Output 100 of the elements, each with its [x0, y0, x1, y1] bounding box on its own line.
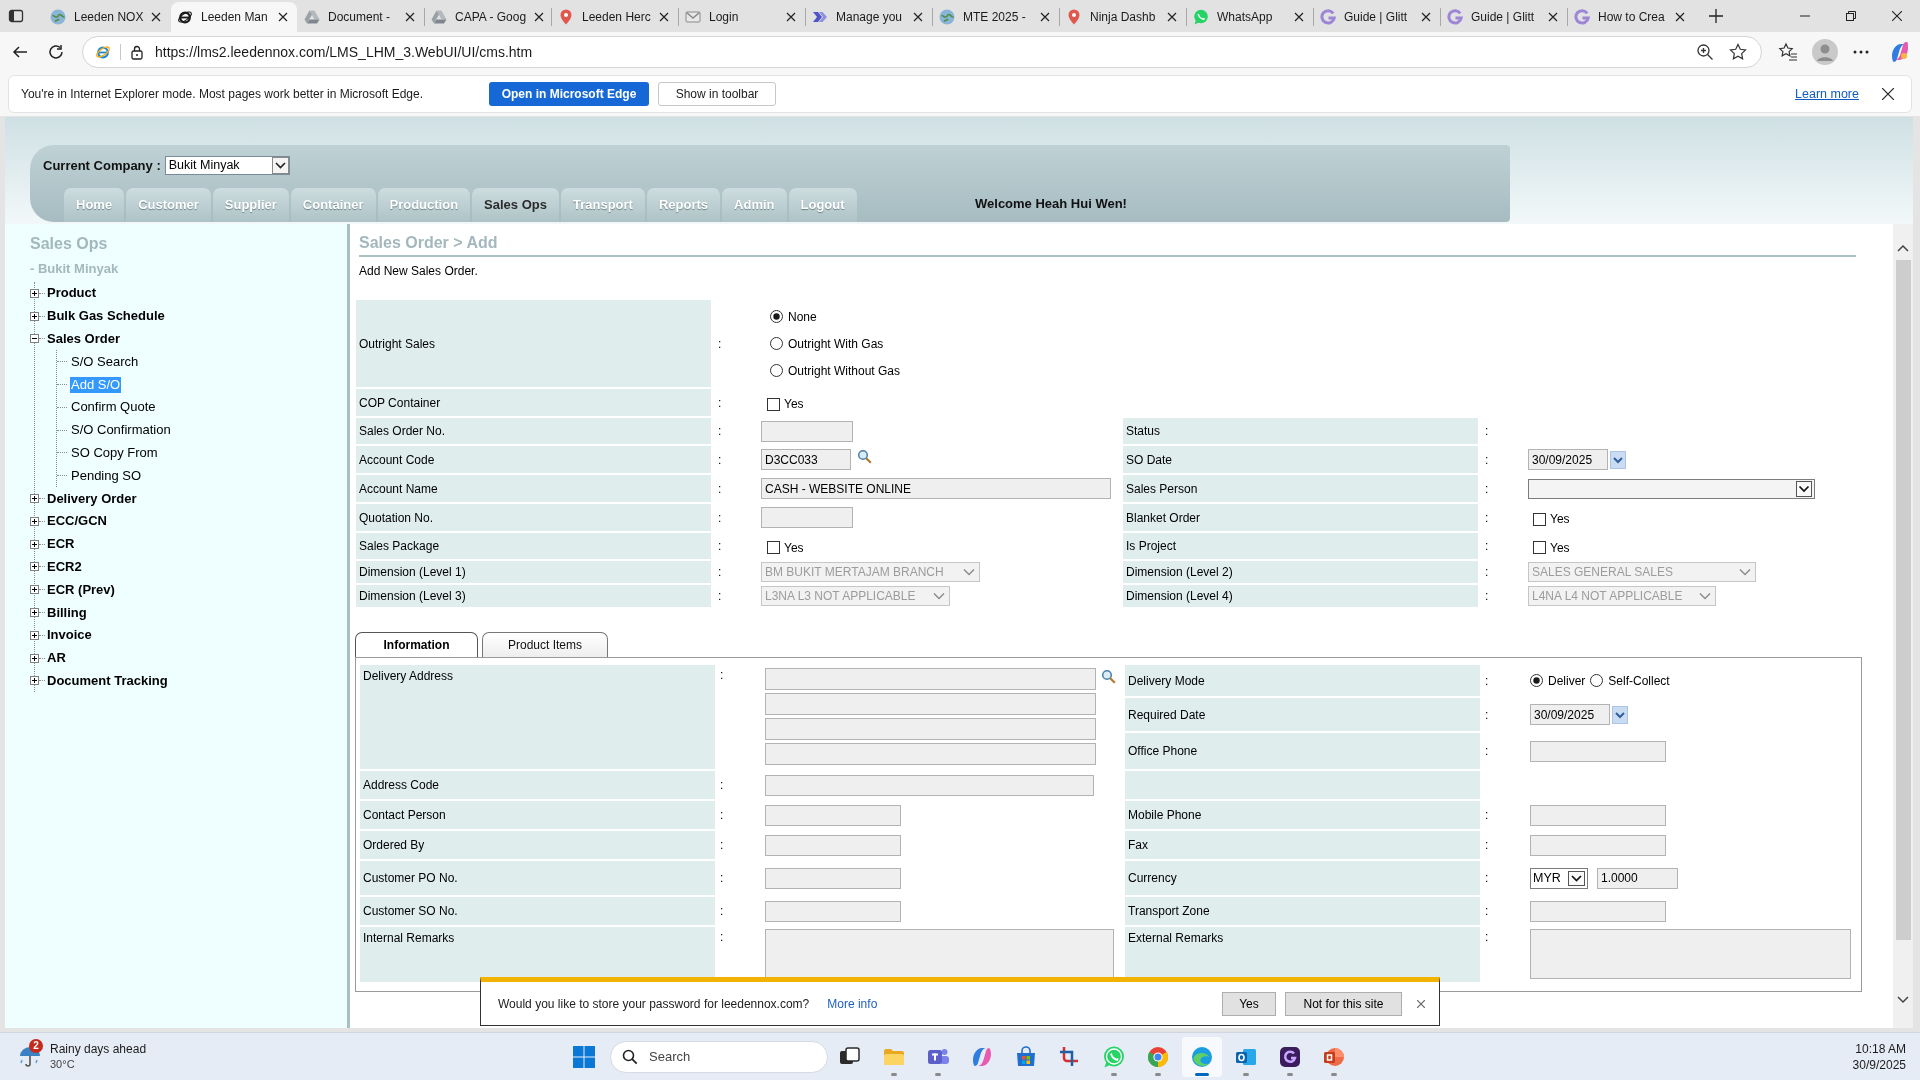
date-field[interactable]: 30/09/2025	[1530, 704, 1610, 725]
sidebar-item[interactable]: Document Tracking	[47, 672, 168, 689]
clock-date[interactable]: 30/9/2025	[1852, 1056, 1906, 1073]
star-icon[interactable]	[1729, 43, 1747, 61]
address-field[interactable]: https://lms2.leedennox.com/LMS_LHM_3.WebUI/UI/cms.htm	[82, 36, 1762, 68]
close-icon[interactable]	[1892, 11, 1902, 21]
text-field[interactable]	[1530, 740, 1666, 762]
plus-box-icon[interactable]	[30, 311, 39, 321]
browser-tab[interactable]: How to Crea	[1568, 2, 1694, 32]
checkbox[interactable]	[1533, 512, 1546, 526]
ring-logo-icon[interactable]	[1278, 1044, 1302, 1069]
tab-close-icon[interactable]	[1294, 12, 1304, 22]
open-in-edge-button[interactable]: Open in Microsoft Edge	[489, 82, 649, 106]
browser-tab[interactable]: Manage you	[806, 2, 932, 32]
sidebar-item[interactable]: Billing	[47, 604, 87, 621]
radio-button[interactable]	[1530, 674, 1543, 687]
browser-tab[interactable]: CAPA - Goog	[425, 2, 551, 32]
scrollbar-thumb[interactable]	[1895, 260, 1911, 940]
address-line-field[interactable]	[765, 743, 1096, 765]
panel-tab[interactable]: Information	[355, 632, 478, 657]
search-icon[interactable]	[1101, 669, 1116, 684]
browser-tab[interactable]: Login	[679, 2, 805, 32]
browser-tab[interactable]: Document -	[298, 2, 424, 32]
tab-close-icon[interactable]	[278, 12, 288, 22]
circle-logo-icon[interactable]	[1146, 1044, 1170, 1069]
sidebar-item[interactable]: Invoice	[47, 627, 92, 644]
show-in-toolbar-button[interactable]: Show in toolbar	[658, 82, 776, 106]
currency-select[interactable]: MYR	[1530, 867, 1588, 889]
reload-icon[interactable]	[47, 43, 65, 61]
plus-box-icon[interactable]	[30, 494, 39, 504]
tab-close-icon[interactable]	[151, 12, 162, 22]
sidebar-item[interactable]: SO Copy From	[70, 444, 159, 461]
sidebar-item[interactable]: Sales Order	[47, 331, 120, 347]
prompt-button[interactable]: Yes	[1222, 991, 1276, 1016]
plus-box-icon[interactable]	[30, 608, 39, 618]
sidebar-item[interactable]: ECR2	[47, 558, 82, 575]
minus-box-icon[interactable]	[30, 334, 39, 344]
browser-tab[interactable]: Leeden NOX	[44, 2, 170, 32]
plus-box-icon[interactable]	[30, 676, 39, 686]
nav-tab[interactable]: Sales Ops	[472, 188, 559, 222]
plus-box-icon[interactable]	[30, 562, 39, 572]
address-line-field[interactable]	[765, 668, 1096, 690]
learn-more-link[interactable]: Learn more	[1795, 84, 1859, 104]
browser-tab[interactable]: MTE 2025 -	[933, 2, 1059, 32]
tab-actions-icon[interactable]	[8, 8, 24, 24]
tab-close-icon[interactable]	[534, 12, 545, 22]
tab-close-icon[interactable]	[786, 12, 796, 22]
text-field[interactable]	[765, 867, 901, 889]
sidebar-item[interactable]: Product	[47, 285, 97, 302]
plus-box-icon[interactable]	[30, 653, 39, 663]
scroll-down-icon[interactable]	[1897, 996, 1909, 1004]
sidebar-item[interactable]: ECR (Prev)	[47, 581, 115, 598]
swirl-logo-icon[interactable]	[1889, 41, 1911, 63]
tab-close-icon[interactable]	[659, 12, 669, 22]
date-picker-icon[interactable]	[1612, 705, 1628, 724]
tab-close-icon[interactable]	[1040, 12, 1050, 22]
sidebar-item[interactable]: S/O Confirmation	[70, 422, 172, 439]
prompt-button[interactable]: Not for this site	[1285, 991, 1402, 1016]
text-field[interactable]	[765, 900, 901, 922]
radio-button[interactable]	[770, 337, 783, 350]
tab-close-icon[interactable]	[913, 12, 923, 22]
date-picker-icon[interactable]	[1610, 450, 1626, 469]
text-field[interactable]: CASH - WEBSITE ONLINE	[761, 478, 1111, 499]
date-field[interactable]: 30/09/2025	[1528, 449, 1608, 470]
text-field[interactable]	[1530, 900, 1666, 922]
radio-button[interactable]	[770, 364, 783, 377]
text-field[interactable]	[765, 804, 901, 826]
text-field[interactable]	[765, 774, 1094, 796]
search-field[interactable]: Search	[610, 1040, 828, 1073]
panel-tab[interactable]: Product Items	[482, 632, 608, 657]
scroll-up-icon[interactable]	[1897, 244, 1909, 252]
browser-tab[interactable]: Guide | Glitt	[1441, 2, 1567, 32]
weather-title[interactable]: Rainy days ahead	[50, 1042, 147, 1057]
radio-button[interactable]	[1590, 674, 1604, 687]
plus-box-icon[interactable]	[30, 630, 39, 640]
plus-box-icon[interactable]	[30, 539, 39, 549]
company-select[interactable]: Bukit Minyak	[164, 156, 290, 175]
sidebar-item[interactable]: S/O Search	[70, 353, 140, 370]
sidebar-item[interactable]: ECC/GCN	[47, 513, 107, 530]
text-area-field[interactable]	[1530, 929, 1851, 979]
text-area-field[interactable]	[765, 929, 1114, 979]
text-field[interactable]: 1.0000	[1597, 867, 1678, 889]
tab-close-icon[interactable]	[1548, 12, 1558, 22]
plus-box-icon[interactable]	[30, 288, 39, 298]
more-options-icon[interactable]	[1853, 50, 1869, 54]
address-line-field[interactable]	[765, 718, 1096, 740]
sidebar-item[interactable]: Confirm Quote	[70, 399, 157, 416]
address-line-field[interactable]	[765, 693, 1096, 715]
tab-close-icon[interactable]	[1421, 12, 1431, 22]
dropdown-select[interactable]	[1528, 478, 1815, 499]
text-field[interactable]: D3CC033	[761, 449, 851, 470]
browser-tab[interactable]: Leeden Man	[171, 2, 297, 32]
plus-box-icon[interactable]	[30, 516, 39, 526]
taskbar-button[interactable]	[1182, 1036, 1222, 1077]
browser-tab[interactable]: Leeden Herc	[552, 2, 678, 32]
browser-tab[interactable]: WhatsApp	[1187, 2, 1313, 32]
sidebar-item[interactable]: Pending SO	[70, 467, 143, 484]
sidebar-item[interactable]: ECR	[47, 536, 75, 553]
favorites-icon[interactable]	[1778, 42, 1798, 62]
close-icon[interactable]	[1882, 88, 1894, 100]
